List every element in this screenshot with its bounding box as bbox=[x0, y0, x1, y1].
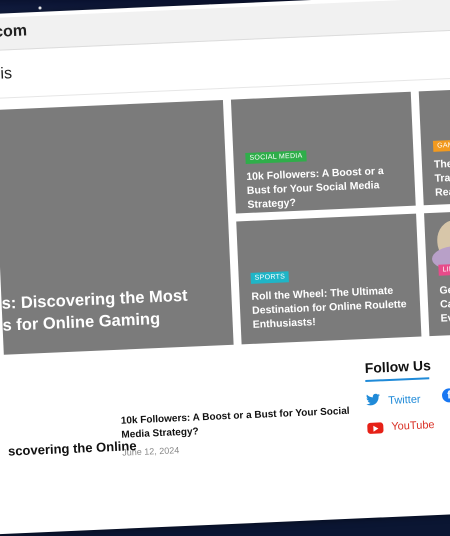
featured-post-title[interactable]: Get Cas Eve bbox=[439, 281, 450, 326]
youtube-label: YouTube bbox=[391, 419, 435, 433]
search-value: his bbox=[0, 65, 13, 84]
featured-post-title[interactable]: The Tran Real bbox=[434, 155, 450, 200]
widget-heading: Follow Us bbox=[364, 357, 432, 377]
youtube-link[interactable]: YouTube bbox=[367, 419, 435, 434]
featured-post-social-media[interactable]: SOCIAL MEDIA 10k Followers: A Boost or a… bbox=[230, 91, 416, 214]
post-thumbnail bbox=[436, 219, 450, 261]
url-text: .com bbox=[0, 22, 28, 42]
heading-underline bbox=[365, 377, 430, 383]
featured-post-title[interactable]: s: Discovering the Most s for Online Gam… bbox=[1, 284, 223, 337]
twitter-icon bbox=[366, 393, 381, 409]
browser-page: .com his s: Discovering the Most s for O… bbox=[0, 0, 450, 536]
category-badge[interactable]: SPORTS bbox=[250, 271, 290, 284]
featured-post-lifestyle[interactable]: LIFES Get Cas Eve bbox=[424, 208, 450, 337]
featured-post-sports[interactable]: SPORTS Roll the Wheel: The Ultimate Dest… bbox=[236, 213, 422, 345]
category-badge[interactable]: SOCIAL MEDIA bbox=[245, 150, 307, 165]
post-date: June 12, 2024 bbox=[121, 445, 180, 458]
category-badge[interactable]: GAMIN bbox=[432, 139, 450, 152]
youtube-icon bbox=[367, 421, 384, 434]
featured-post-main[interactable]: s: Discovering the Most s for Online Gam… bbox=[0, 99, 234, 355]
twitter-label: Twitter bbox=[387, 393, 421, 407]
featured-post-title[interactable]: Roll the Wheel: The Ultimate Destination… bbox=[251, 284, 411, 332]
post-link[interactable]: 10k Followers: A Boost or a Bust for You… bbox=[121, 405, 352, 442]
facebook-icon: f bbox=[441, 388, 450, 403]
follow-us-widget: Follow Us Twitter YouTube f bbox=[364, 353, 450, 434]
twitter-link[interactable]: Twitter bbox=[366, 392, 421, 409]
featured-post-title[interactable]: 10k Followers: A Boost or a Bust for You… bbox=[246, 164, 406, 212]
category-badge[interactable]: LIFES bbox=[438, 263, 450, 276]
facebook-link[interactable]: f bbox=[441, 388, 450, 403]
featured-post-gaming[interactable]: GAMIN The Tran Real bbox=[418, 87, 450, 206]
